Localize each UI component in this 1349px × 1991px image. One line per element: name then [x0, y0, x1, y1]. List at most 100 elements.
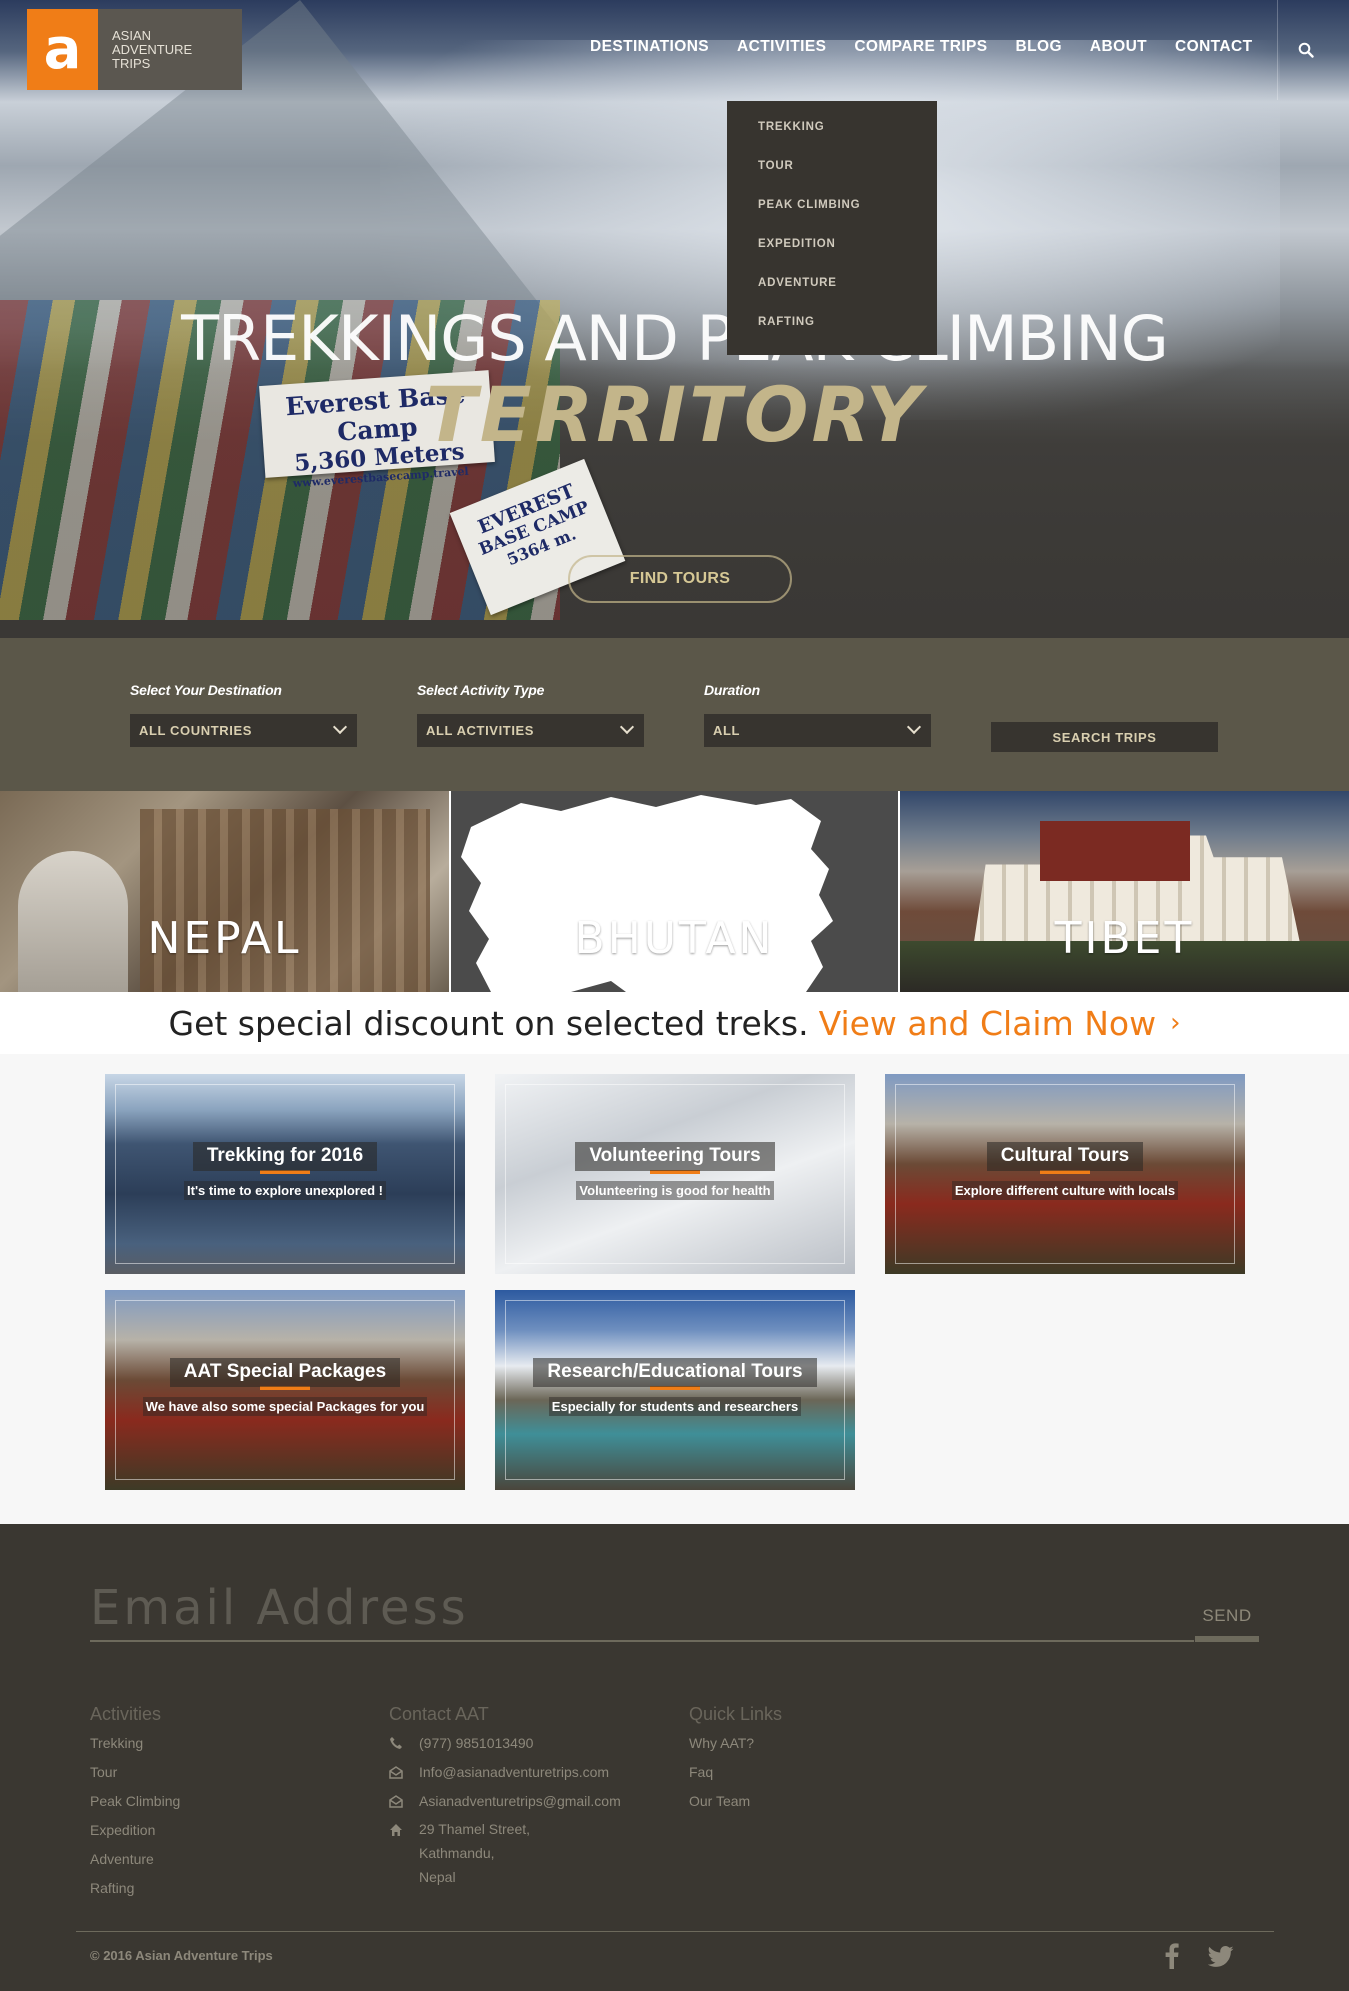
hero-subheadline: TERRITORY: [424, 370, 925, 459]
category-card-volunteering[interactable]: Volunteering Tours Volunteering is good …: [495, 1074, 855, 1274]
main-nav: DESTINATIONS ACTIVITIES COMPARE TRIPS BL…: [590, 38, 1280, 56]
nav-activities[interactable]: ACTIVITIES: [737, 38, 826, 56]
country-tiles: NEPAL BHUTAN TIBET: [0, 791, 1349, 992]
dropdown-item-tour[interactable]: TOUR: [727, 160, 937, 199]
twitter-icon[interactable]: [1208, 1946, 1234, 1968]
find-tours-button[interactable]: FIND TOURS: [568, 555, 792, 603]
newsletter-send-button[interactable]: SEND: [1195, 1606, 1259, 1642]
footer-link-adventure[interactable]: Adventure: [90, 1851, 180, 1880]
palace-red-section: [1040, 821, 1190, 881]
logo-mark: a: [27, 9, 98, 90]
destination-filter: Select Your Destination ALL COUNTRIES: [130, 682, 357, 747]
hero-banner: Everest Base Camp 5,360 Meters www.evere…: [0, 0, 1349, 638]
footer-link-why-aat[interactable]: Why AAT?: [689, 1735, 782, 1764]
card-title: Research/Educational Tours: [533, 1358, 817, 1387]
discount-banner: Get special discount on selected treks. …: [0, 992, 1349, 1054]
envelope-icon: [389, 1766, 403, 1779]
trip-search-bar: Select Your Destination ALL COUNTRIES Se…: [0, 638, 1349, 791]
footer-link-rafting[interactable]: Rafting: [90, 1880, 180, 1909]
activity-select[interactable]: ALL ACTIVITIES: [417, 714, 644, 747]
contact-email-info[interactable]: Info@asianadventuretrips.com: [389, 1764, 621, 1793]
hero-headline: TREKKINGS AND PEAK CLIMBING: [181, 302, 1169, 375]
destination-value: ALL COUNTRIES: [139, 723, 253, 738]
logo-text-line: TRIPS: [112, 55, 151, 71]
envelope-icon: [389, 1795, 403, 1808]
card-title: Cultural Tours: [986, 1142, 1144, 1171]
card-caption: Cultural Tours Explore different culture…: [885, 1142, 1245, 1200]
card-title: AAT Special Packages: [169, 1358, 401, 1387]
footer-link-peak-climbing[interactable]: Peak Climbing: [90, 1793, 180, 1822]
address-line: Kathmandu,: [419, 1845, 495, 1861]
category-card-cultural[interactable]: Cultural Tours Explore different culture…: [885, 1074, 1245, 1274]
chevron-right-icon[interactable]: ›: [1170, 1008, 1180, 1038]
footer-quick-links: Quick Links Why AAT? Faq Our Team: [689, 1704, 782, 1822]
facebook-icon[interactable]: [1165, 1943, 1179, 1969]
footer-link-tour[interactable]: Tour: [90, 1764, 180, 1793]
destination-select[interactable]: ALL COUNTRIES: [130, 714, 357, 747]
category-card-trekking[interactable]: Trekking for 2016 It's time to explore u…: [105, 1074, 465, 1274]
category-card-special-packages[interactable]: AAT Special Packages We have also some s…: [105, 1290, 465, 1490]
claim-discount-link[interactable]: View and Claim Now: [819, 1004, 1156, 1043]
card-subtitle: We have also some special Packages for y…: [142, 1397, 428, 1416]
contact-address: 29 Thamel Street, Kathmandu, Nepal: [389, 1821, 621, 1889]
footer-link-trekking[interactable]: Trekking: [90, 1735, 180, 1764]
card-subtitle: Volunteering is good for health: [576, 1181, 774, 1200]
footer-link-our-team[interactable]: Our Team: [689, 1793, 782, 1822]
address-lines: 29 Thamel Street, Kathmandu, Nepal: [419, 1817, 530, 1889]
footer-contact: Contact AAT (977) 9851013490 Info@asiana…: [389, 1704, 621, 1889]
nav-blog[interactable]: BLOG: [1016, 38, 1062, 56]
search-trips-button[interactable]: SEARCH TRIPS: [991, 722, 1218, 752]
phone-icon: [390, 1737, 402, 1749]
country-label: TIBET: [1054, 913, 1195, 964]
footer-link-faq[interactable]: Faq: [689, 1764, 782, 1793]
nav-divider: [1277, 0, 1278, 100]
footer-heading: Activities: [90, 1704, 162, 1724]
card-subtitle: Explore different culture with locals: [951, 1181, 1179, 1200]
activities-dropdown: TREKKING TOUR PEAK CLIMBING EXPEDITION A…: [727, 101, 937, 355]
card-title: Volunteering Tours: [575, 1142, 775, 1171]
chevron-down-icon: [332, 719, 348, 735]
chevron-down-icon: [619, 719, 635, 735]
category-card-research[interactable]: Research/Educational Tours Especially fo…: [495, 1290, 855, 1490]
nav-destinations[interactable]: DESTINATIONS: [590, 38, 709, 56]
country-label: BHUTAN: [574, 913, 775, 964]
logo-text-line: ADVENTURE: [112, 41, 193, 57]
card-subtitle: It's time to explore unexplored !: [184, 1181, 386, 1200]
card-caption: AAT Special Packages We have also some s…: [105, 1358, 465, 1416]
card-caption: Volunteering Tours Volunteering is good …: [495, 1142, 855, 1200]
duration-select[interactable]: ALL: [704, 714, 931, 747]
site-logo[interactable]: a ASIAN ADVENTURE TRIPS: [27, 9, 242, 90]
discount-text: Get special discount on selected treks.: [168, 1003, 809, 1043]
duration-value: ALL: [713, 723, 741, 738]
card-caption: Trekking for 2016 It's time to explore u…: [105, 1142, 465, 1200]
dropdown-item-rafting[interactable]: RAFTING: [727, 316, 937, 355]
home-icon: [390, 1824, 402, 1836]
activity-value: ALL ACTIVITIES: [426, 723, 535, 738]
country-tile-nepal[interactable]: NEPAL: [0, 791, 449, 992]
contact-email-text: Info@asianadventuretrips.com: [419, 1764, 610, 1780]
dropdown-item-trekking[interactable]: TREKKING: [727, 121, 937, 160]
contact-email-text: Asianadventuretrips@gmail.com: [419, 1793, 621, 1809]
activity-filter: Select Activity Type ALL ACTIVITIES: [417, 682, 644, 747]
nav-contact[interactable]: CONTACT: [1175, 38, 1252, 56]
duration-label: Duration: [704, 682, 760, 698]
contact-phone[interactable]: (977) 9851013490: [389, 1735, 621, 1764]
destination-label: Select Your Destination: [130, 682, 282, 698]
address-line: Nepal: [419, 1869, 456, 1885]
logo-text: ASIAN ADVENTURE TRIPS: [112, 28, 193, 71]
footer-heading: Quick Links: [689, 1704, 783, 1724]
card-subtitle: Especially for students and researchers: [548, 1397, 802, 1416]
nav-compare-trips[interactable]: COMPARE TRIPS: [854, 38, 987, 56]
footer-link-expedition[interactable]: Expedition: [90, 1822, 180, 1851]
newsletter-email-input[interactable]: Email Address: [90, 1578, 1194, 1642]
card-caption: Research/Educational Tours Especially fo…: [495, 1358, 855, 1416]
duration-filter: Duration ALL: [704, 682, 931, 747]
country-tile-tibet[interactable]: TIBET: [900, 791, 1349, 992]
address-line: 29 Thamel Street,: [419, 1821, 531, 1837]
dropdown-item-expedition[interactable]: EXPEDITION: [727, 238, 937, 277]
search-icon[interactable]: [1298, 42, 1314, 58]
nav-about[interactable]: ABOUT: [1090, 38, 1147, 56]
dropdown-item-adventure[interactable]: ADVENTURE: [727, 277, 937, 316]
dropdown-item-peak-climbing[interactable]: PEAK CLIMBING: [727, 199, 937, 238]
country-tile-bhutan[interactable]: BHUTAN: [451, 791, 898, 992]
